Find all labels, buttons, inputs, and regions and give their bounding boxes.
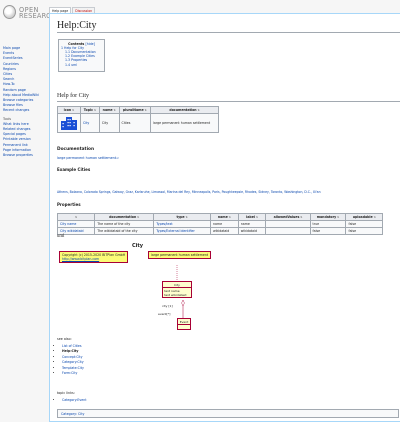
sidebar-item-recent-changes[interactable]: Recent changes (3, 108, 47, 113)
heading-properties: Properties (57, 202, 81, 207)
col-header[interactable]: allowedValues (265, 213, 311, 221)
category-bar: Category: City (57, 409, 399, 418)
heading-uml: uml (57, 234, 65, 239)
property-cell: The wikidataid of the city (94, 227, 155, 235)
toc-hide-link[interactable]: [hide] (85, 42, 94, 46)
topic-links-label: topic links: (57, 391, 75, 395)
uml-connectors (176, 265, 185, 318)
content-area: Help:City Contents [hide] 1 Help for Cit… (49, 13, 400, 422)
table-row: City name The name of the city Types/tex… (56, 220, 383, 228)
property-cell: false (309, 227, 347, 235)
globe-icon (3, 5, 16, 19)
property-cell (265, 227, 311, 235)
col-header[interactable]: pluralName (118, 106, 152, 114)
property-cell: name (209, 220, 239, 228)
topic-table: Icon Topic name pluralName documentation (57, 106, 219, 133)
col-header[interactable]: documentation (150, 106, 219, 114)
see-also-list: List of Cities Help:City Concept:City Ca… (62, 344, 84, 376)
uml-relation-label-city: city [1] (162, 304, 173, 308)
property-cell: true (309, 220, 347, 228)
city-icon (60, 116, 77, 130)
see-also-item: Form:City (62, 371, 84, 376)
topic-cell[interactable]: City (79, 113, 100, 133)
name-cell: City (98, 113, 120, 133)
title-divider (57, 32, 400, 33)
site-logo[interactable]: OPEN RESEARCH (3, 5, 56, 27)
col-header[interactable]: Icon (57, 106, 81, 114)
documentation-link[interactable]: large permanent human settlement⇒ (57, 156, 119, 160)
col-header[interactable]: mandatory (309, 213, 347, 221)
topic-link-item: Category:Event (62, 398, 87, 403)
uml-class-city: City text name text wikidataid (162, 281, 192, 299)
uml-relation-label-event: event[*] (158, 312, 171, 316)
uml-diagram: City Copyright (c) 2015-2020 BITPlan Gmb… (57, 243, 257, 355)
sidebar-item-browse-properties[interactable]: Browse properties (3, 153, 47, 158)
col-header[interactable]: documentation (94, 213, 155, 221)
table-of-contents: Contents [hide] 1 Help for City 1.1 Docu… (58, 39, 105, 72)
property-cell: false (345, 220, 383, 228)
properties-table: documentation type name label allowedVal… (56, 213, 383, 235)
uml-class-attributes: text name text wikidataid (164, 288, 187, 297)
topic-icon-cell (57, 113, 81, 133)
heading-divider (57, 101, 400, 102)
col-header[interactable]: label (237, 213, 267, 221)
property-cell: name (237, 220, 267, 228)
col-header[interactable] (56, 213, 96, 221)
categories-label[interactable]: Category: (61, 412, 77, 416)
table-row: City wikidataid The wikidataid of the ci… (56, 227, 383, 235)
property-cell: The name of the city (94, 220, 155, 228)
heading-example-cities: Example Cities (57, 167, 91, 172)
see-also-label: see also: (57, 337, 72, 341)
toc-item[interactable]: 1.4 uml (61, 63, 102, 67)
example-cities-list[interactable]: Athens, Bolzano, Colorado Springs, Galwa… (57, 190, 399, 194)
col-header[interactable]: name (209, 213, 239, 221)
sidebar: Main page Events EventSeries Countries R… (3, 46, 47, 158)
col-header[interactable]: Topic (79, 106, 100, 114)
table-row: City City Cities large permanent human s… (57, 113, 219, 133)
property-cell[interactable]: Types/text (153, 220, 211, 228)
property-cell (265, 220, 311, 228)
uml-class-name: Event (178, 319, 190, 326)
uml-diagram-title: City (132, 243, 144, 249)
property-cell[interactable]: City name (56, 220, 96, 228)
documentation-cell: large permanent human settlement (150, 113, 219, 133)
page-title: Help:City (57, 20, 97, 31)
uml-class-event: Event (177, 318, 191, 330)
topic-links-list: Category:Event (62, 398, 87, 403)
plural-cell: Cities (118, 113, 152, 133)
property-cell: wikidataid (209, 227, 239, 235)
col-header[interactable]: name (98, 106, 120, 114)
category-link[interactable]: City (78, 412, 84, 416)
heading-help-for-city: Help for City (57, 93, 89, 99)
property-cell: false (345, 227, 383, 235)
heading-documentation: Documentation (57, 147, 95, 152)
property-cell: wikidataid (237, 227, 267, 235)
col-header[interactable]: type (153, 213, 211, 221)
property-cell[interactable]: Types/External identifier (153, 227, 211, 235)
col-header[interactable]: uploadable (345, 213, 383, 221)
